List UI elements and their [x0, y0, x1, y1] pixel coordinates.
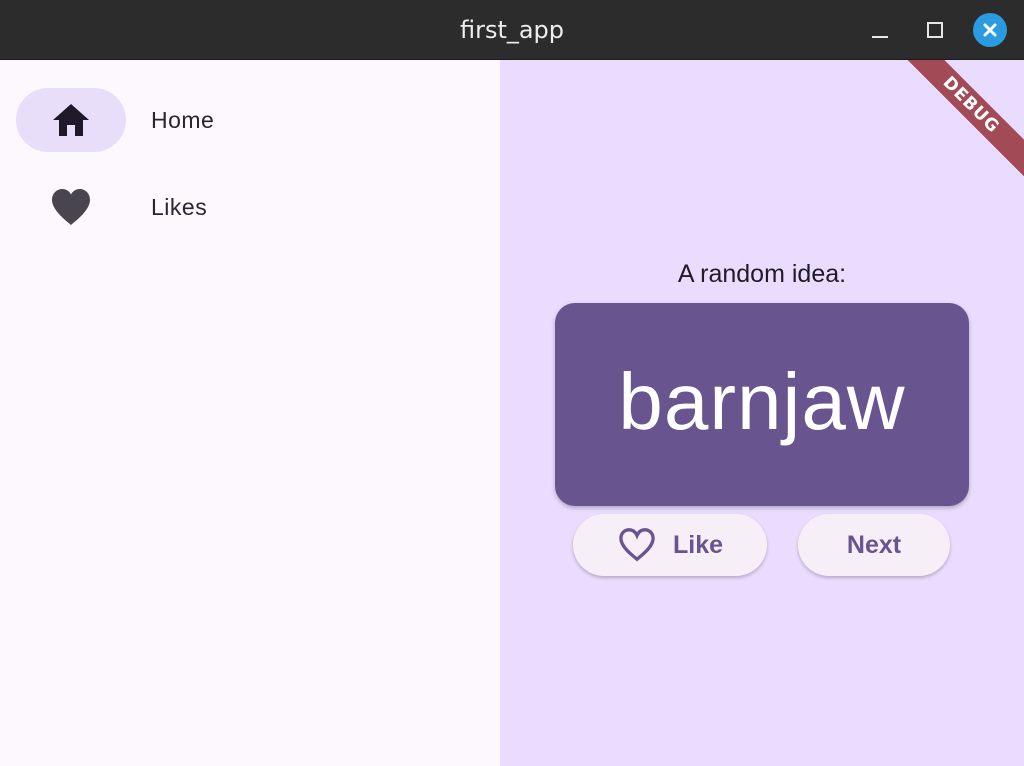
app-body: Home Likes DEBUG A random idea: barnjaw … — [0, 60, 1024, 766]
heart-icon — [52, 189, 90, 225]
like-button-label: Like — [672, 530, 724, 559]
close-button-circle — [973, 13, 1007, 47]
sidebar-item-home[interactable]: Home — [16, 88, 486, 152]
navigation-rail: Home Likes — [0, 60, 500, 766]
next-button[interactable]: Next — [798, 514, 950, 576]
main-content: DEBUG A random idea: barnjaw Like Next — [500, 60, 1024, 766]
idea-label: A random idea: — [677, 260, 847, 288]
close-icon — [983, 23, 997, 37]
sidebar-item-likes[interactable]: Likes — [16, 175, 486, 239]
minimize-icon — [872, 36, 888, 38]
nav-indicator — [16, 88, 126, 152]
heart-outline-icon — [617, 527, 657, 563]
debug-banner: DEBUG — [887, 60, 1024, 189]
word-card: barnjaw — [555, 303, 969, 506]
like-button[interactable]: Like — [573, 514, 767, 576]
sidebar-item-label: Likes — [151, 193, 208, 220]
minimize-button[interactable] — [860, 0, 900, 60]
window-titlebar: first_app — [0, 0, 1024, 60]
maximize-icon — [927, 22, 943, 38]
sidebar-item-label: Home — [151, 106, 215, 133]
home-icon — [53, 104, 89, 136]
nav-indicator-empty — [16, 175, 126, 239]
close-button[interactable] — [970, 0, 1010, 60]
next-button-label: Next — [846, 530, 902, 559]
maximize-button[interactable] — [915, 0, 955, 60]
random-word: barnjaw — [618, 356, 906, 446]
